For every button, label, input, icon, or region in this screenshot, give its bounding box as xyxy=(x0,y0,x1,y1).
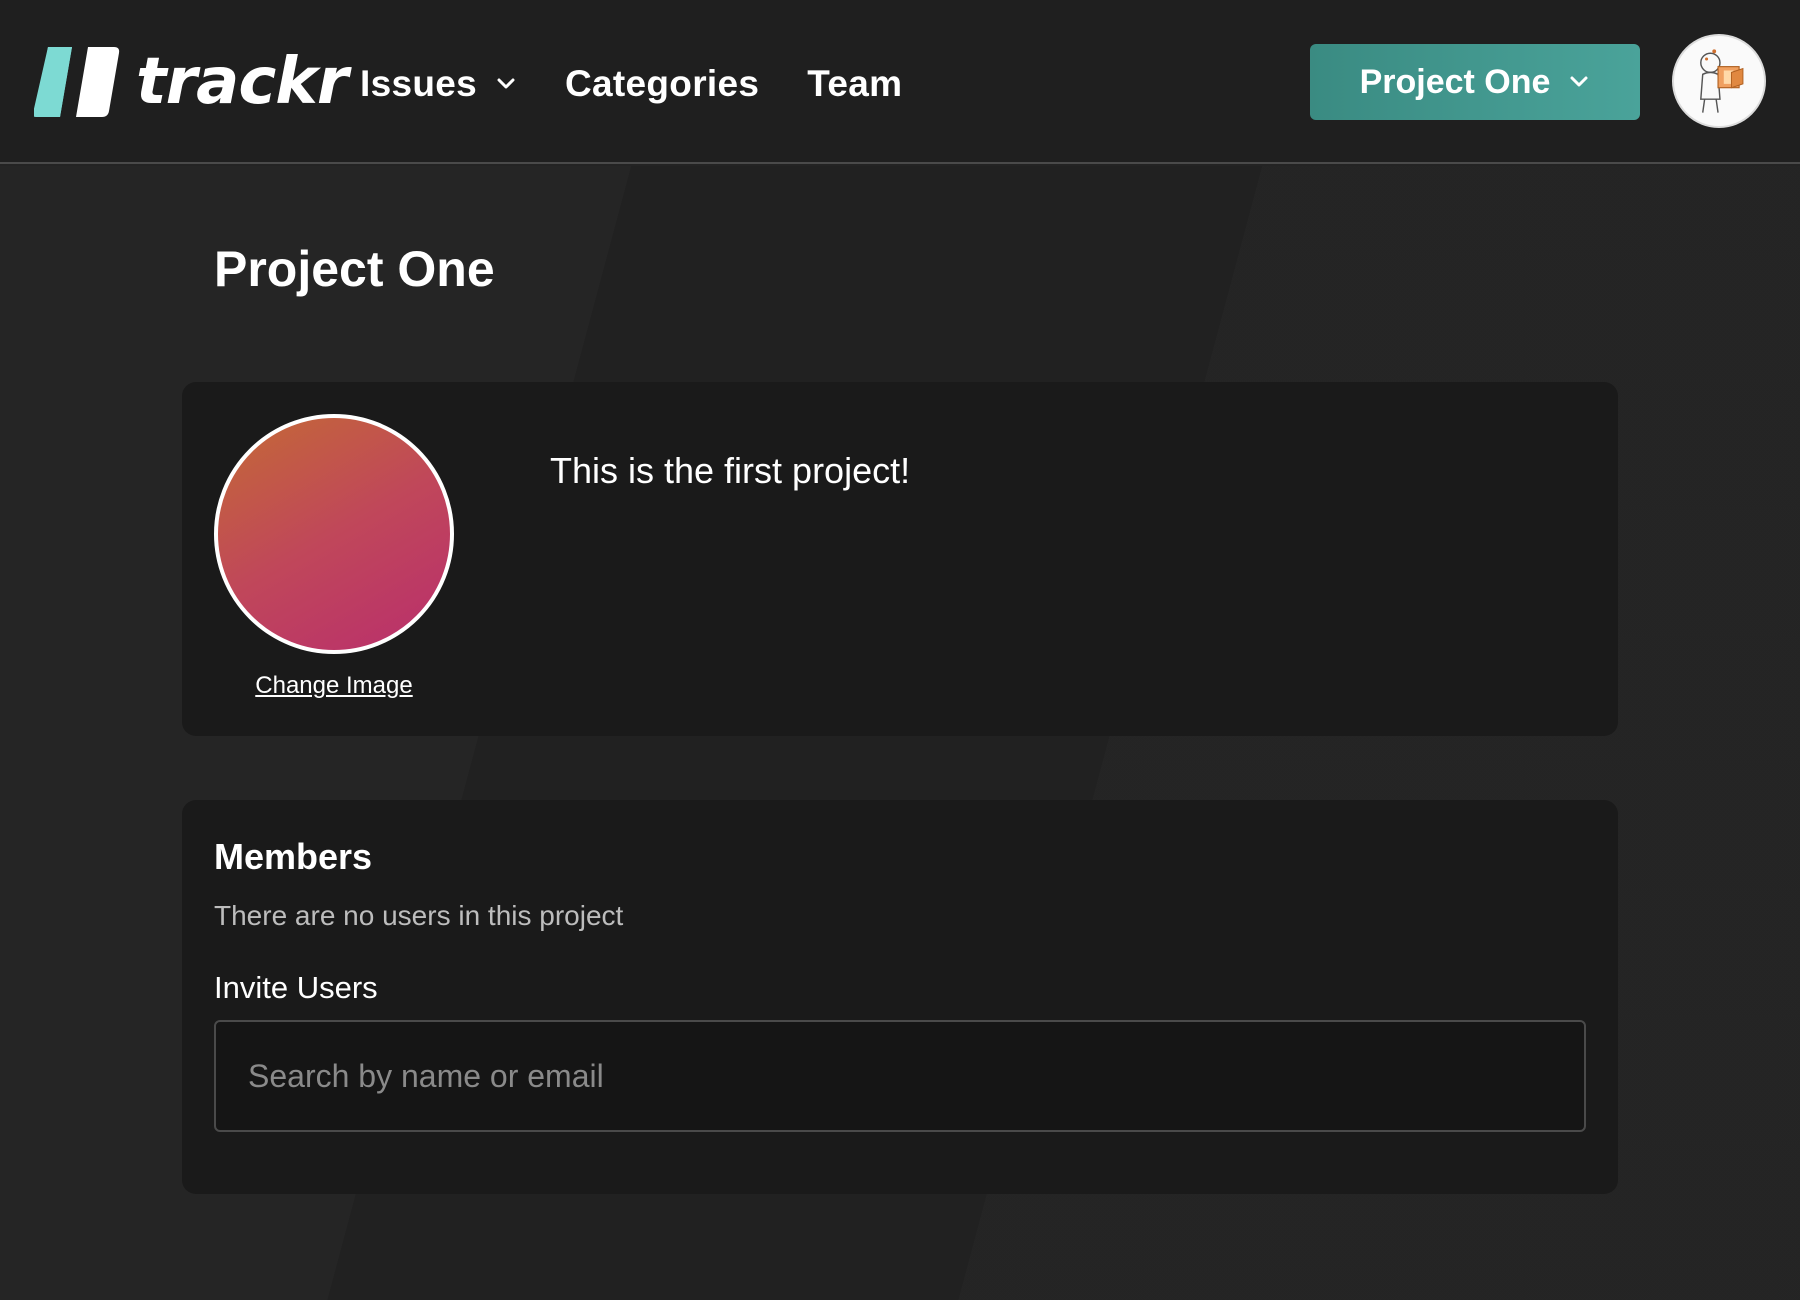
top-navigation-bar: trackr Issues Categories Team Project On… xyxy=(0,0,1800,164)
user-avatar[interactable] xyxy=(1672,34,1766,128)
members-empty-message: There are no users in this project xyxy=(214,900,624,931)
project-selector-label: Project One xyxy=(1359,62,1551,101)
members-card: Members There are no users in this proje… xyxy=(182,800,1618,1194)
chevron-down-icon xyxy=(497,78,515,89)
avatar-illustration-icon xyxy=(1700,49,1744,113)
nav-team[interactable]: Team xyxy=(807,63,902,105)
trackr-logo-icon xyxy=(34,47,120,117)
project-selector-button[interactable]: Project One xyxy=(1310,44,1640,120)
invite-users-search-input[interactable] xyxy=(214,1020,1586,1132)
change-image-link[interactable]: Change Image xyxy=(214,672,454,700)
project-info-card: Change Image This is the first project! xyxy=(182,382,1618,736)
members-heading: Members xyxy=(214,836,373,877)
brand-name: trackr xyxy=(136,45,348,119)
nav-issues-label: Issues xyxy=(360,63,477,104)
trackr-logo[interactable]: trackr xyxy=(34,45,348,119)
page-title: Project One xyxy=(214,241,495,297)
main-nav: Issues Categories Team xyxy=(360,56,950,112)
project-description: This is the first project! xyxy=(550,450,911,491)
invite-users-label: Invite Users xyxy=(214,970,378,1005)
nav-issues-dropdown[interactable]: Issues xyxy=(360,63,517,105)
project-image xyxy=(214,414,454,654)
chevron-down-icon xyxy=(1570,76,1588,87)
nav-categories[interactable]: Categories xyxy=(565,63,759,105)
